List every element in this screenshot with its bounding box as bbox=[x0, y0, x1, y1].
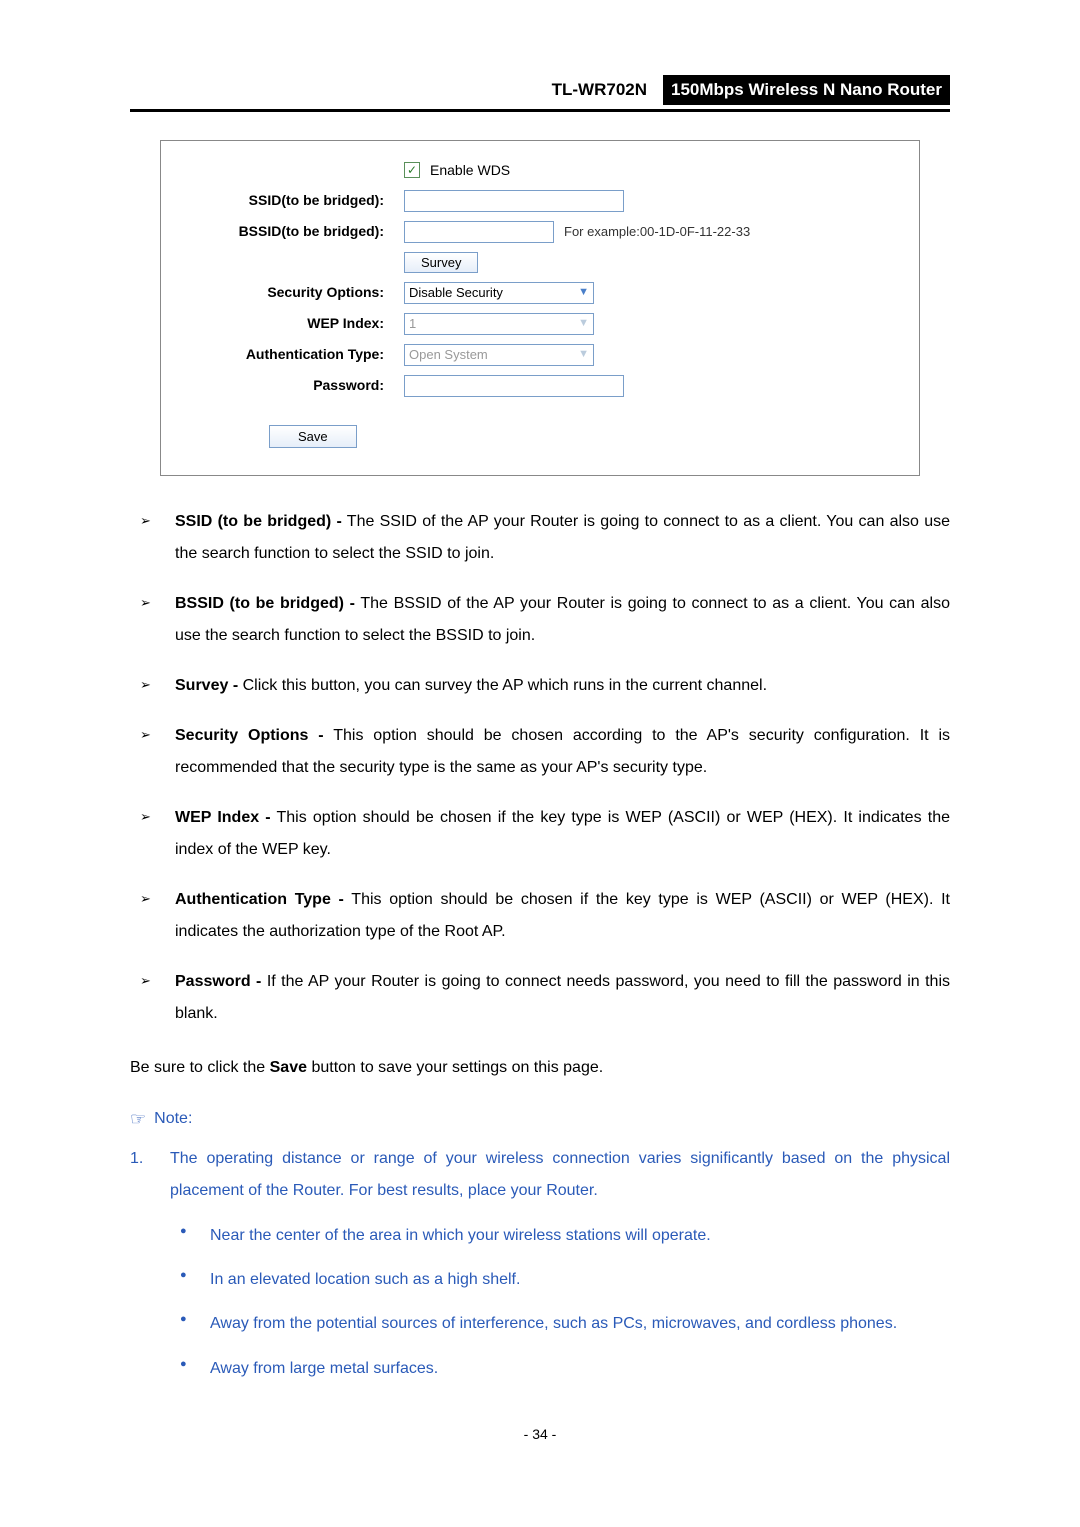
wds-config-panel: ✓ Enable WDS SSID(to be bridged): BSSID(… bbox=[160, 140, 920, 476]
item-title: Survey - bbox=[175, 677, 238, 694]
item-title: SSID (to be bridged) - bbox=[175, 513, 342, 530]
security-options-select[interactable]: Disable Security ▼ bbox=[404, 282, 594, 304]
list-item: In an elevated location such as a high s… bbox=[170, 1265, 950, 1295]
text: button to save your settings on this pag… bbox=[307, 1059, 603, 1076]
bssid-label: BSSID(to be bridged): bbox=[179, 221, 404, 242]
header-divider bbox=[130, 109, 950, 112]
item-title: Password - bbox=[175, 973, 261, 990]
chevron-down-icon: ▼ bbox=[578, 346, 589, 363]
note-sublist: Near the center of the area in which you… bbox=[170, 1221, 950, 1385]
security-options-label: Security Options: bbox=[179, 282, 404, 303]
item-text: Click this button, you can survey the AP… bbox=[238, 677, 767, 694]
text: Be sure to click the bbox=[130, 1059, 270, 1076]
enable-wds-label: Enable WDS bbox=[430, 160, 510, 181]
bssid-input[interactable] bbox=[404, 221, 554, 243]
chevron-down-icon: ▼ bbox=[578, 315, 589, 332]
item-title: WEP Index - bbox=[175, 809, 271, 826]
password-input[interactable] bbox=[404, 375, 624, 397]
list-item: Away from the potential sources of inter… bbox=[170, 1309, 950, 1339]
enable-wds-checkbox[interactable]: ✓ bbox=[404, 162, 420, 178]
save-button[interactable]: Save bbox=[269, 425, 357, 448]
bssid-hint: For example:00-1D-0F-11-22-33 bbox=[564, 222, 750, 242]
definition-list: SSID (to be bridged) - The SSID of the A… bbox=[130, 506, 950, 1030]
product-description: 150Mbps Wireless N Nano Router bbox=[663, 75, 950, 105]
page-number: - 34 - bbox=[130, 1424, 950, 1445]
wep-index-select[interactable]: 1 ▼ bbox=[404, 313, 594, 335]
auth-type-select[interactable]: Open System ▼ bbox=[404, 344, 594, 366]
note-list: The operating distance or range of your … bbox=[130, 1143, 950, 1385]
pointing-hand-icon: ☞ bbox=[130, 1106, 146, 1133]
list-item: Security Options - This option should be… bbox=[130, 720, 950, 784]
item-text: If the AP your Router is going to connec… bbox=[175, 973, 950, 1022]
ssid-input[interactable] bbox=[404, 190, 624, 212]
content-body: SSID (to be bridged) - The SSID of the A… bbox=[130, 506, 950, 1446]
auth-type-value: Open System bbox=[409, 345, 488, 365]
survey-button[interactable]: Survey bbox=[404, 252, 478, 273]
note-text: The operating distance or range of your … bbox=[170, 1150, 950, 1199]
save-reminder: Be sure to click the Save button to save… bbox=[130, 1052, 950, 1084]
wep-index-label: WEP Index: bbox=[179, 313, 404, 334]
model-number: TL-WR702N bbox=[552, 77, 647, 103]
chevron-down-icon: ▼ bbox=[578, 284, 589, 301]
save-word: Save bbox=[270, 1059, 307, 1076]
wep-index-value: 1 bbox=[409, 314, 416, 334]
page-header: TL-WR702N 150Mbps Wireless N Nano Router bbox=[130, 75, 950, 112]
list-item: Near the center of the area in which you… bbox=[170, 1221, 950, 1251]
note-label: Note: bbox=[154, 1107, 192, 1131]
ssid-label: SSID(to be bridged): bbox=[179, 190, 404, 211]
list-item: Away from large metal surfaces. bbox=[170, 1354, 950, 1384]
note-heading: ☞ Note: bbox=[130, 1106, 950, 1133]
list-item: Password - If the AP your Router is goin… bbox=[130, 966, 950, 1030]
security-options-value: Disable Security bbox=[409, 283, 503, 303]
list-item: WEP Index - This option should be chosen… bbox=[130, 802, 950, 866]
item-title: BSSID (to be bridged) - bbox=[175, 595, 355, 612]
item-title: Security Options - bbox=[175, 727, 324, 744]
list-item: SSID (to be bridged) - The SSID of the A… bbox=[130, 506, 950, 570]
password-label: Password: bbox=[179, 375, 404, 396]
auth-type-label: Authentication Type: bbox=[179, 344, 404, 365]
list-item: BSSID (to be bridged) - The BSSID of the… bbox=[130, 588, 950, 652]
list-item: Survey - Click this button, you can surv… bbox=[130, 670, 950, 702]
item-text: This option should be chosen if the key … bbox=[175, 809, 950, 858]
item-title: Authentication Type - bbox=[175, 891, 344, 908]
note-item: The operating distance or range of your … bbox=[130, 1143, 950, 1385]
list-item: Authentication Type - This option should… bbox=[130, 884, 950, 948]
